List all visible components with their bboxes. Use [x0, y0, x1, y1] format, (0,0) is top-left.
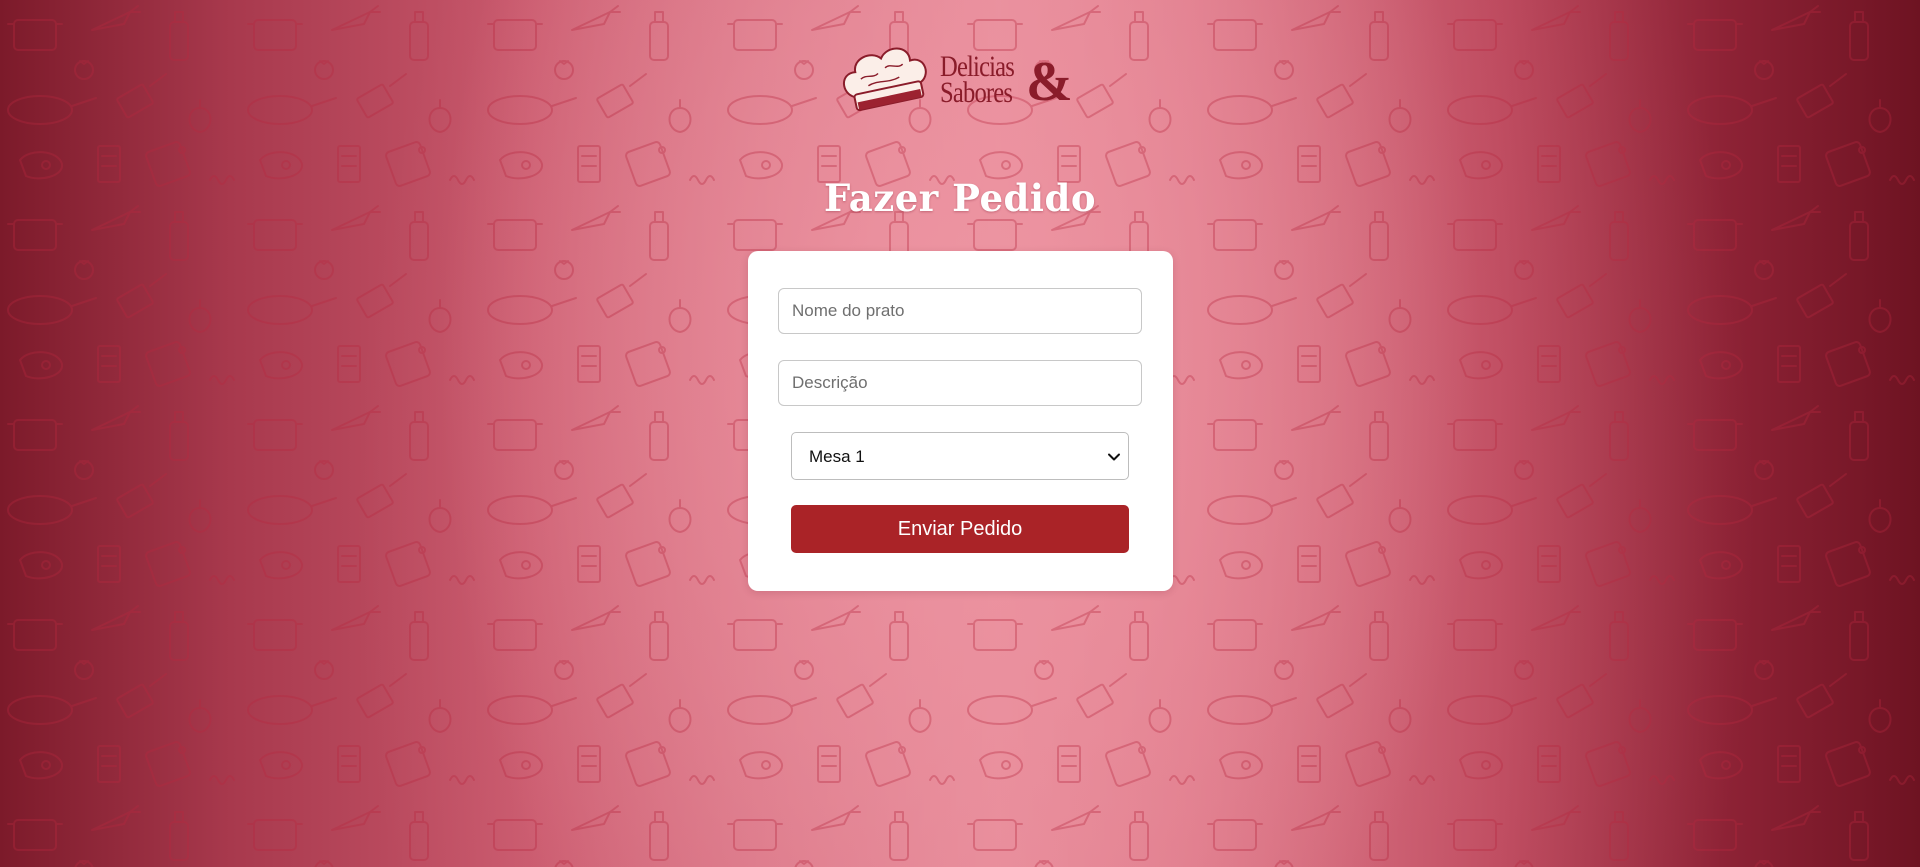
page-title: Fazer Pedido — [824, 176, 1096, 220]
description-input[interactable] — [778, 360, 1142, 406]
chef-hat-icon — [842, 47, 927, 112]
order-form: Mesa 1 Enviar Pedido — [748, 251, 1173, 591]
brand-logo[interactable]: Delicias Sabores & — [838, 44, 1073, 120]
table-select[interactable]: Mesa 1 — [791, 432, 1129, 480]
table-select-value: Mesa 1 — [809, 447, 865, 466]
brand-name: Delicias Sabores — [940, 52, 1030, 109]
submit-order-button[interactable]: Enviar Pedido — [791, 505, 1129, 553]
brand-ampersand: & — [1026, 51, 1073, 113]
brand-line-2: Sabores — [940, 76, 1013, 109]
dish-name-input[interactable] — [778, 288, 1142, 334]
chevron-down-icon — [1108, 453, 1120, 461]
